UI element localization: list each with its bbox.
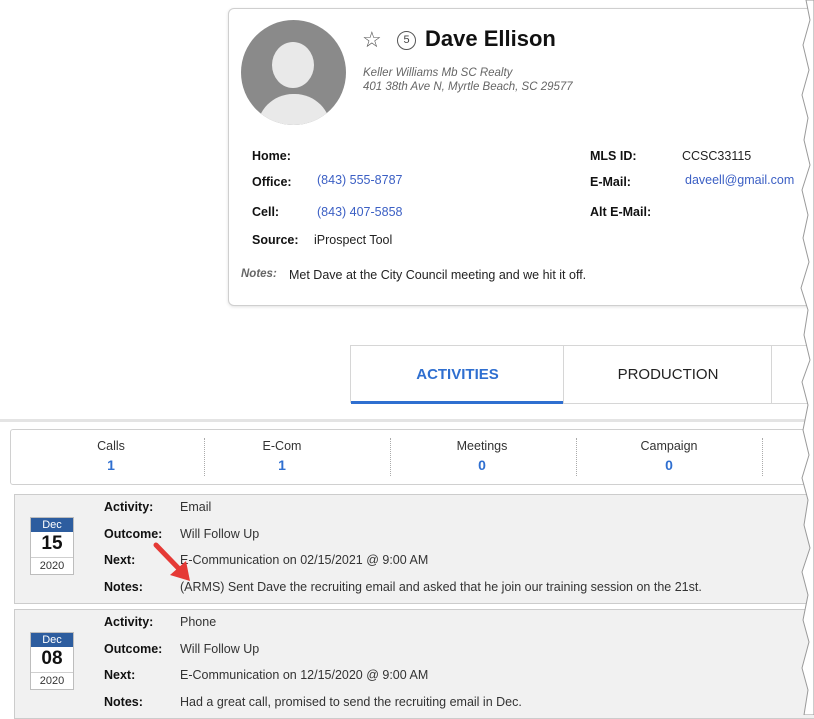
stat-separator [762,438,763,476]
contact-card: ☆ 5 Dave Ellison Keller Williams Mb SC R… [228,8,814,306]
stat-calls[interactable]: Calls 1 [18,430,204,484]
active-tab-indicator [351,401,564,404]
notes-text: Met Dave at the City Council meeting and… [289,268,587,282]
activity-notes-label: Notes: [104,695,143,709]
outcome-label: Outcome: [104,642,163,656]
next-label: Next: [104,668,136,682]
activity-notes-value: Had a great call, promised to send the r… [180,695,522,709]
date-year: 2020 [31,557,73,574]
source-label: Source: [252,233,299,247]
activity-type-label: Activity: [104,500,154,514]
rating-badge: 5 [397,31,416,50]
email-label: E-Mail: [590,175,631,189]
source-value: iProspect Tool [314,233,393,247]
activity-stats: Calls 1 E-Com 1 Meetings 0 Campaign 0 [10,429,814,485]
avatar[interactable] [241,20,346,125]
next-label: Next: [104,553,136,567]
next-value: E-Communication on 12/15/2020 @ 9:00 AM [180,668,429,682]
home-label: Home: [252,149,291,163]
cell-phone-link[interactable]: (843) 407-5858 [317,205,402,219]
avatar-body-shape [257,94,331,125]
section-divider [0,419,814,422]
stat-calls-value: 1 [107,457,115,473]
cell-label: Cell: [252,205,280,219]
company-name: Keller Williams Mb SC Realty [363,67,513,79]
outcome-value: Will Follow Up [180,527,260,541]
notes-label: Notes: [241,268,277,280]
date-month: Dec [31,518,73,532]
stat-campaign-label: Campaign [640,439,698,453]
calendar-date-badge: Dec 15 2020 [30,517,74,575]
avatar-head-shape [272,42,314,88]
date-month: Dec [31,633,73,647]
tab-activities-label: ACTIVITIES [416,366,499,383]
stat-calls-label: Calls [97,439,125,453]
star-icon[interactable]: ☆ [362,29,382,51]
date-day: 08 [41,648,63,669]
office-phone-link[interactable]: (843) 555-8787 [317,173,402,187]
company-address: 401 38th Ave N, Myrtle Beach, SC 29577 [363,81,573,93]
stat-ecom[interactable]: E-Com 1 [189,430,375,484]
stat-campaign[interactable]: Campaign 0 [576,430,762,484]
tab-production[interactable]: PRODUCTION [563,345,773,404]
torn-edge-decoration [800,0,814,715]
alt-email-label: Alt E-Mail: [590,205,652,219]
activity-notes-label: Notes: [104,580,143,594]
activity-item[interactable]: Dec 15 2020 Activity: Email Outcome: Wil… [14,494,814,604]
next-value: E-Communication on 02/15/2021 @ 9:00 AM [180,553,429,567]
activity-type-value: Email [180,500,212,514]
stat-ecom-value: 1 [278,457,286,473]
stat-meetings[interactable]: Meetings 0 [389,430,575,484]
outcome-label: Outcome: [104,527,163,541]
outcome-value: Will Follow Up [180,642,260,656]
office-label: Office: [252,175,292,189]
stat-campaign-value: 0 [665,457,673,473]
red-annotation-arrow [153,542,190,581]
mls-id-label: MLS ID: [590,149,637,163]
activity-item[interactable]: Dec 08 2020 Activity: Phone Outcome: Wil… [14,609,814,719]
stat-meetings-value: 0 [478,457,486,473]
calendar-date-badge: Dec 08 2020 [30,632,74,690]
mls-id-value: CCSC33115 [682,149,752,163]
tab-activities[interactable]: ACTIVITIES [350,345,565,404]
tab-bar: ACTIVITIES PRODUCTION [350,345,814,404]
date-day: 15 [41,533,63,554]
activity-notes-value: (ARMS) Sent Dave the recruiting email an… [180,580,702,594]
stat-meetings-label: Meetings [456,439,508,453]
tab-production-label: PRODUCTION [617,366,719,383]
email-link[interactable]: daveell@gmail.com [685,173,794,187]
activity-type-label: Activity: [104,615,154,629]
activity-type-value: Phone [180,615,217,629]
stat-ecom-label: E-Com [262,439,302,453]
date-year: 2020 [31,672,73,689]
contact-name: Dave Ellison [425,26,556,51]
